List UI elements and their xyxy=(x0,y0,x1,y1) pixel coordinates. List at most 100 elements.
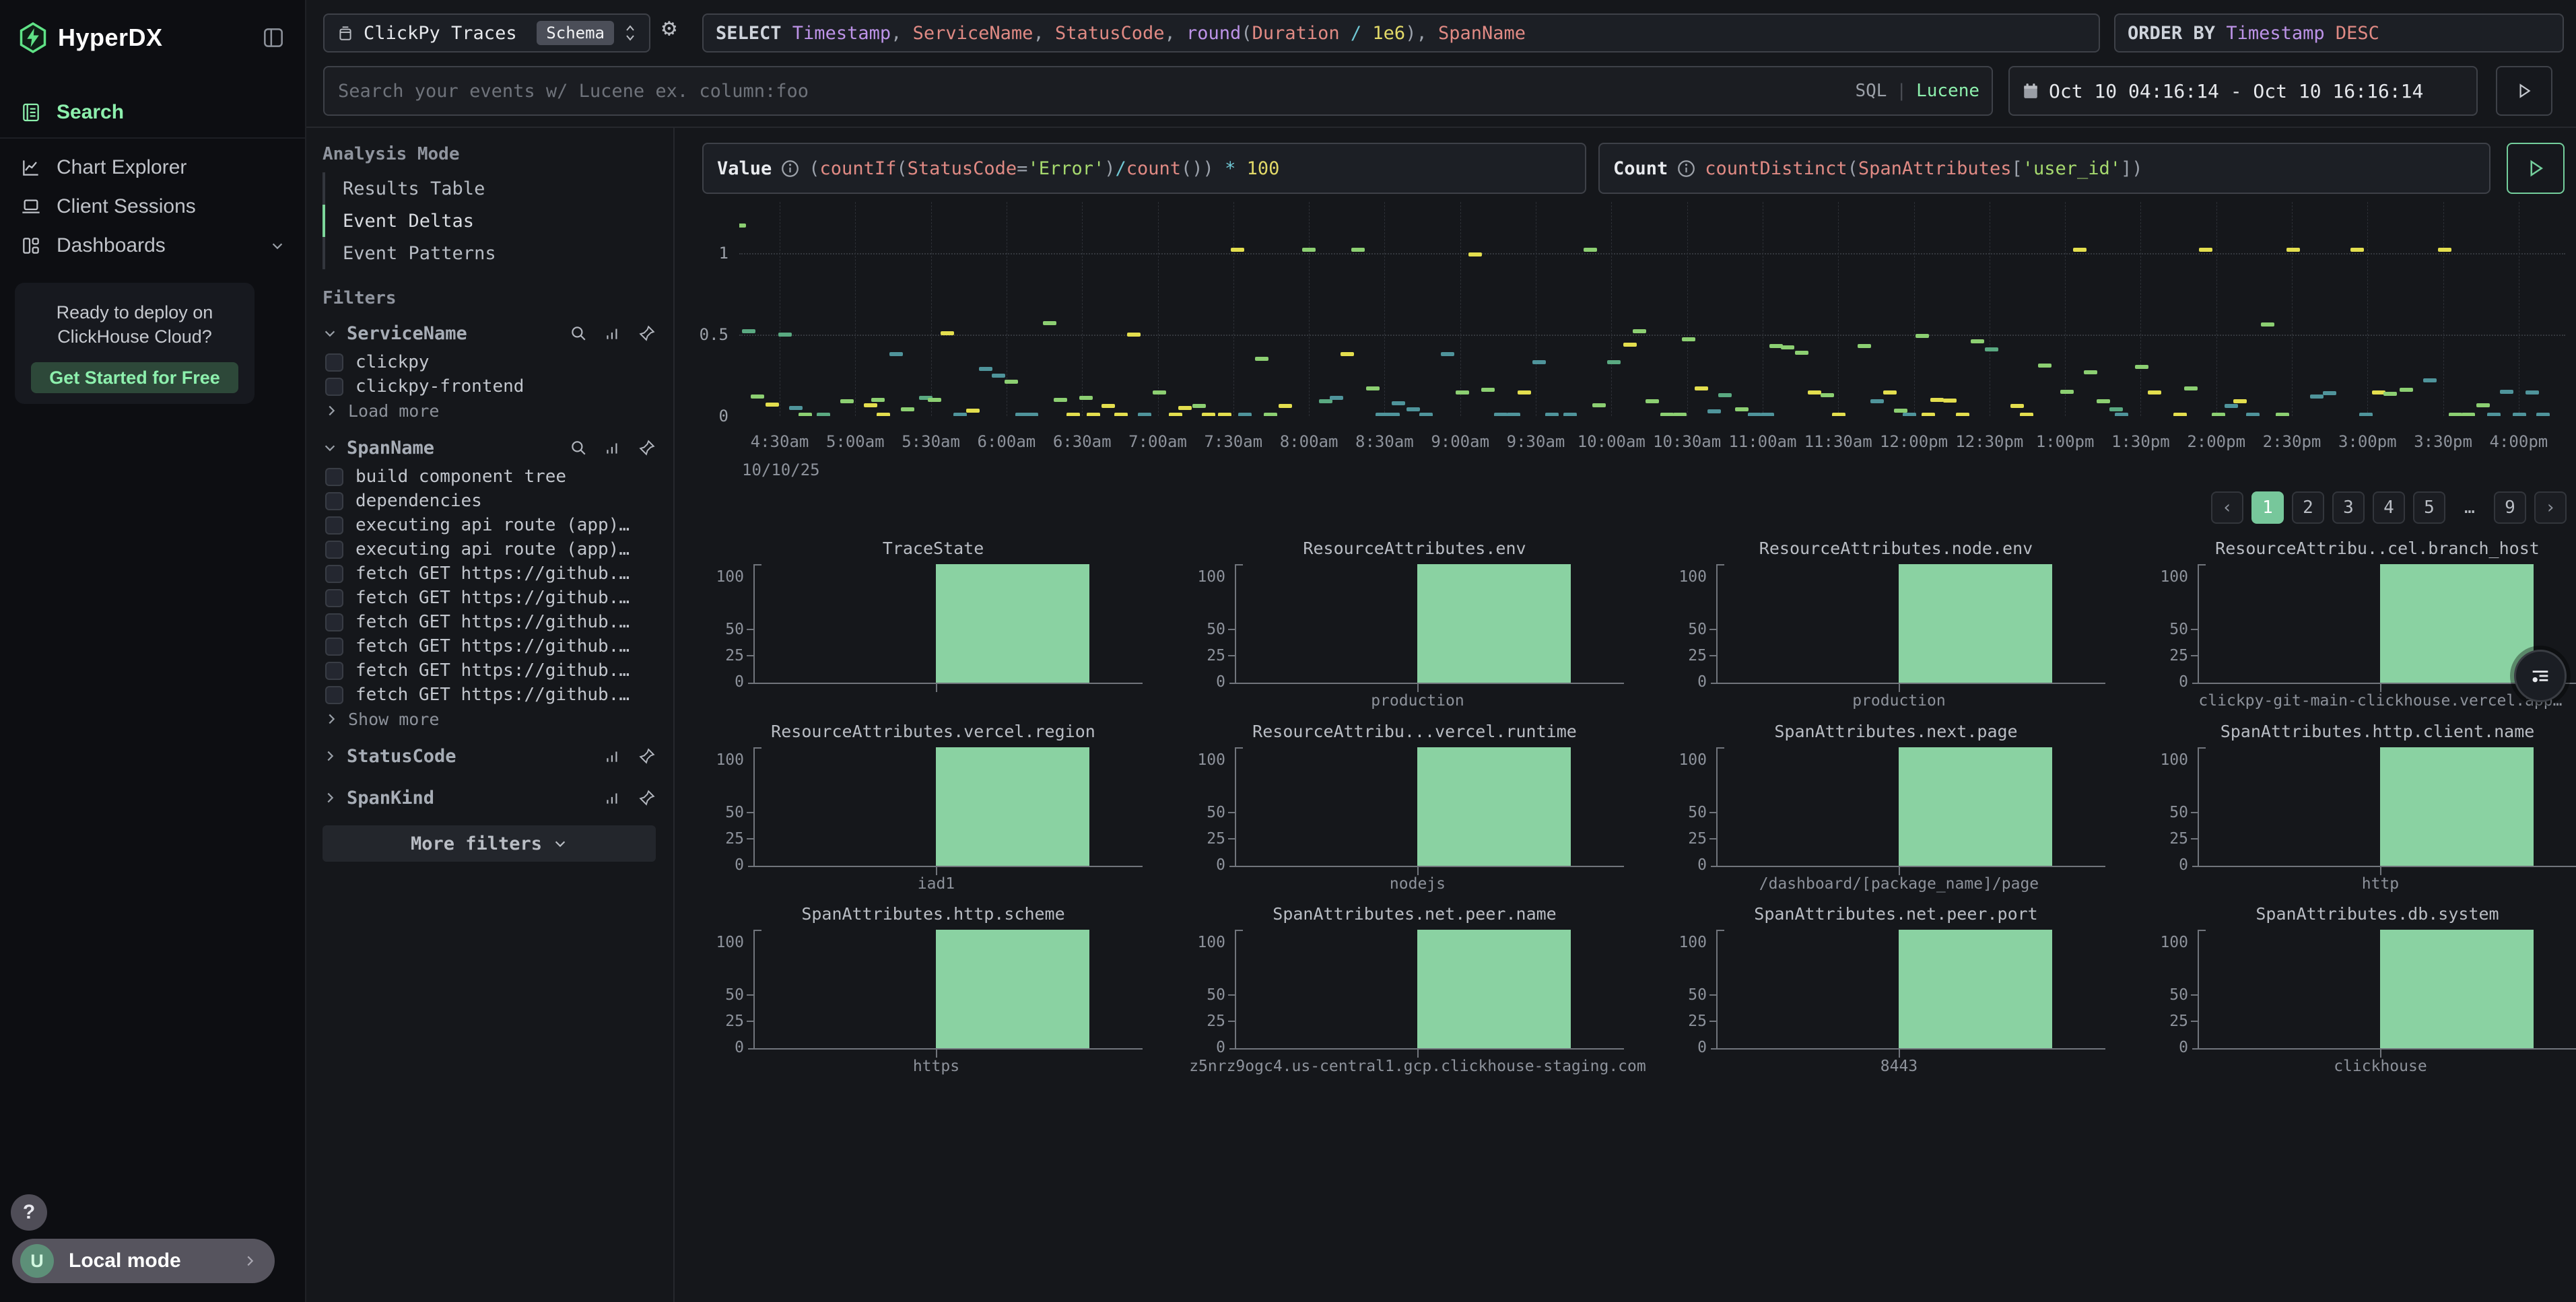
scatter-plot-area[interactable] xyxy=(739,202,2565,416)
filter-option[interactable]: build component tree xyxy=(323,465,656,489)
checkbox[interactable] xyxy=(325,468,343,486)
sidebar-collapse-icon[interactable] xyxy=(261,25,286,50)
filter-group-header-statuscode[interactable]: StatusCode xyxy=(323,739,656,773)
scatter-point xyxy=(928,398,941,402)
filter-group-header-spanname[interactable]: SpanName xyxy=(323,431,656,465)
sidebar-item-client-sessions[interactable]: Client Sessions xyxy=(0,187,305,226)
y-axis-tick-label: 0 xyxy=(1668,1039,1707,1056)
page-button-3[interactable]: 3 xyxy=(2332,491,2365,524)
sidebar-item-dashboards[interactable]: Dashboards xyxy=(0,226,305,265)
pin-icon[interactable] xyxy=(638,439,656,456)
app-title: HyperDX xyxy=(58,24,163,52)
pin-icon[interactable] xyxy=(638,789,656,807)
sidebar-item-search[interactable]: Search xyxy=(0,93,305,132)
sidebar-item-chart-explorer[interactable]: Chart Explorer xyxy=(0,148,305,187)
attribute-chart-tracestate[interactable]: TraceState02550100 xyxy=(713,539,1126,714)
order-by-input[interactable]: ORDER BY Timestamp DESC xyxy=(2114,13,2564,53)
value-expression-input[interactable]: Value (countIf(StatusCode='Error')/count… xyxy=(702,143,1586,194)
attribute-chart-spanattributes-http-scheme[interactable]: SpanAttributes.http.scheme02550100https xyxy=(713,904,1126,1079)
promo-line2: ClickHouse Cloud? xyxy=(57,327,212,347)
next-page-button[interactable]: › xyxy=(2534,491,2567,524)
page-button-1[interactable]: 1 xyxy=(2251,491,2284,524)
y-axis-tick-label: 50 xyxy=(2149,986,2188,1004)
filter-option[interactable]: fetch GET https://github.… xyxy=(323,610,656,634)
filter-option[interactable]: fetch GET https://github.… xyxy=(323,658,656,683)
checkbox[interactable] xyxy=(325,378,343,396)
filter-group-header-spankind[interactable]: SpanKind xyxy=(323,781,656,815)
chart-options-fab[interactable] xyxy=(2514,650,2567,702)
page-button-9[interactable]: 9 xyxy=(2494,491,2526,524)
search-input[interactable] xyxy=(337,80,1845,102)
filter-option[interactable]: clickpy xyxy=(323,350,656,374)
load-more-link[interactable]: Load more xyxy=(323,399,656,423)
more-filters-button[interactable]: More filters xyxy=(323,825,656,862)
lucene-mode-button[interactable]: Lucene xyxy=(1916,81,1979,101)
attribute-chart-spanattributes-db-system[interactable]: SpanAttributes.db.system02550100clickhou… xyxy=(2157,904,2571,1079)
checkbox[interactable] xyxy=(325,613,343,631)
scatter-point xyxy=(1870,399,1884,403)
analysis-mode-results-table[interactable]: Results Table xyxy=(323,172,656,205)
filter-option[interactable]: dependencies xyxy=(323,489,656,513)
filter-option[interactable]: fetch GET https://github.… xyxy=(323,586,656,610)
filter-option[interactable]: executing api route (app)… xyxy=(323,537,656,561)
attribute-chart-spanattributes-net-peer-name[interactable]: SpanAttributes.net.peer.name02550100z5nr… xyxy=(1194,904,1608,1079)
page-button-2[interactable]: 2 xyxy=(2292,491,2324,524)
filter-option[interactable]: fetch GET https://github.… xyxy=(323,561,656,586)
pin-icon[interactable] xyxy=(638,747,656,765)
date-range-picker[interactable]: Oct 10 04:16:14 - Oct 10 16:16:14 xyxy=(2008,66,2478,116)
y-tick xyxy=(747,1021,753,1022)
page-button-5[interactable]: 5 xyxy=(2413,491,2445,524)
get-started-button[interactable]: Get Started for Free xyxy=(31,362,238,393)
search-run-button[interactable] xyxy=(2496,66,2552,116)
page-button-4[interactable]: 4 xyxy=(2373,491,2405,524)
pin-icon[interactable] xyxy=(638,324,656,342)
attribute-chart-spanattributes-net-peer-port[interactable]: SpanAttributes.net.peer.port025501008443 xyxy=(1676,904,2089,1079)
gear-icon[interactable]: ⚙ xyxy=(662,16,677,40)
scatter-point xyxy=(2246,413,2260,416)
checkbox[interactable] xyxy=(325,353,343,372)
checkbox[interactable] xyxy=(325,686,343,704)
sql-mode-button[interactable]: SQL xyxy=(1855,81,1887,101)
analysis-mode-event-patterns[interactable]: Event Patterns xyxy=(323,237,656,269)
help-button[interactable]: ? xyxy=(11,1194,47,1231)
scatter-point xyxy=(2233,399,2247,403)
checkbox[interactable] xyxy=(325,638,343,656)
scatter-point xyxy=(2115,413,2128,416)
checkbox[interactable] xyxy=(325,492,343,510)
attribute-chart-spanattributes-next-page[interactable]: SpanAttributes.next.page02550100/dashboa… xyxy=(1676,722,2089,897)
show-more-link[interactable]: Show more xyxy=(323,707,656,731)
attribute-chart-resourceattributes-env[interactable]: ResourceAttributes.env02550100production xyxy=(1194,539,1608,714)
filter-option[interactable]: fetch GET https://github.… xyxy=(323,634,656,658)
filter-option[interactable]: executing api route (app)… xyxy=(323,513,656,537)
sql-select-input[interactable]: SELECT Timestamp, ServiceName, StatusCod… xyxy=(702,13,2100,53)
filter-group-header-servicename[interactable]: ServiceName xyxy=(323,316,656,350)
scatter-point xyxy=(1319,399,1332,403)
checkbox[interactable] xyxy=(325,589,343,607)
filter-option[interactable]: clickpy-frontend xyxy=(323,374,656,399)
attribute-chart-resourceattribu-cel-branch-host[interactable]: ResourceAttribu..cel.branch_host02550100… xyxy=(2157,539,2571,714)
filter-option[interactable]: fetch GET https://github.… xyxy=(323,683,656,707)
local-mode-button[interactable]: U Local mode xyxy=(12,1239,275,1283)
attribute-chart-spanattributes-http-client-name[interactable]: SpanAttributes.http.client.name02550100h… xyxy=(2157,722,2571,897)
analysis-mode-event-deltas[interactable]: Event Deltas xyxy=(323,205,656,237)
search-icon[interactable] xyxy=(570,439,587,456)
toggle-divider: | xyxy=(1896,81,1907,101)
attribute-chart-resourceattributes-vercel-region[interactable]: ResourceAttributes.vercel.region02550100… xyxy=(713,722,1126,897)
checkbox[interactable] xyxy=(325,565,343,583)
checkbox[interactable] xyxy=(325,662,343,680)
attribute-chart-resourceattributes-node-env[interactable]: ResourceAttributes.node.env02550100produ… xyxy=(1676,539,2089,714)
bar-plot-area: 02550100z5nrz9ogc4.us-central1.gcp.click… xyxy=(1235,930,1608,1048)
checkbox[interactable] xyxy=(325,516,343,535)
attribute-chart-resourceattribu-vercel-runtime[interactable]: ResourceAttribu...vercel.runtime02550100… xyxy=(1194,722,1608,897)
chart-run-button[interactable] xyxy=(2507,143,2565,194)
count-expression-input[interactable]: Count countDistinct(SpanAttributes['user… xyxy=(1598,143,2490,194)
bar-chart-icon[interactable] xyxy=(603,439,622,456)
bar-chart-icon[interactable] xyxy=(603,789,622,807)
bar-chart-icon[interactable] xyxy=(603,324,622,342)
checkbox[interactable] xyxy=(325,541,343,559)
bar-chart-icon[interactable] xyxy=(603,747,622,765)
search-icon[interactable] xyxy=(570,324,587,342)
bar-plot-area: 02550100production xyxy=(1235,564,1608,683)
previous-page-button[interactable]: ‹ xyxy=(2211,491,2243,524)
source-select[interactable]: ClickPy Traces Schema xyxy=(323,13,650,53)
